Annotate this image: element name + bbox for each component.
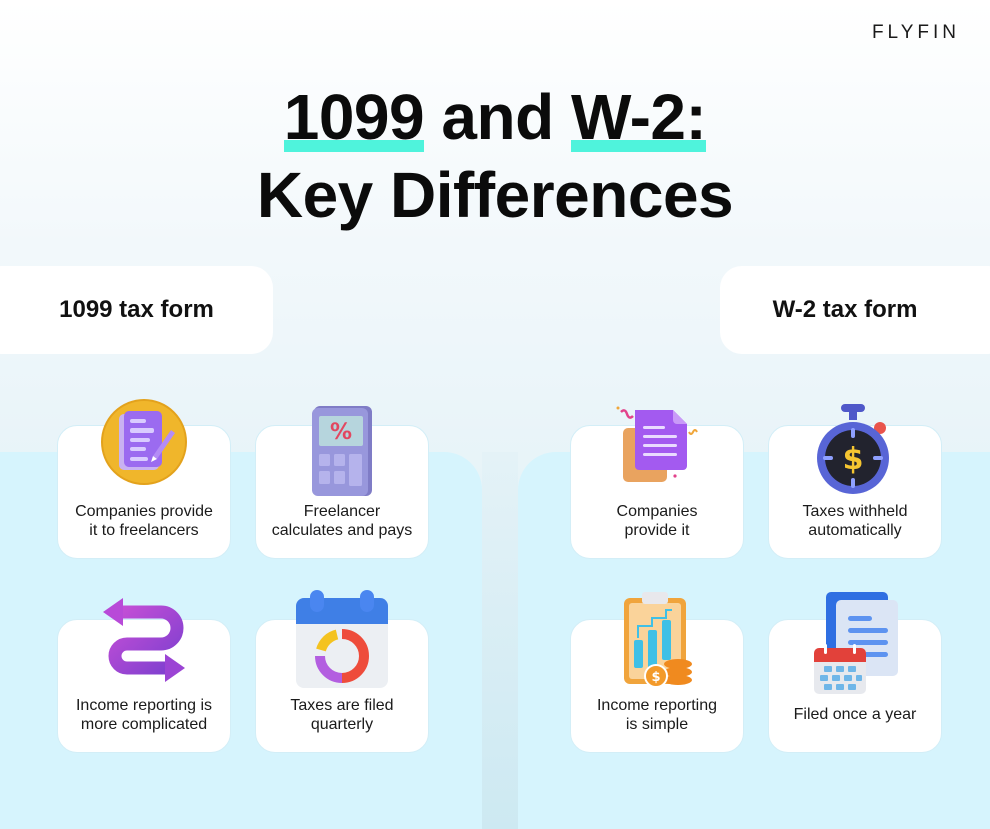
card-label: Income reporting is simple xyxy=(596,697,718,733)
document-confetti-icon xyxy=(616,406,698,482)
card-label: Companies provide it xyxy=(616,503,698,539)
card-1099-calculates: % Freelancer calculates and pays xyxy=(255,406,429,559)
card-label: Freelancer calculates and pays xyxy=(271,503,413,539)
card-w2-once-a-year: Filed once a year xyxy=(768,592,942,753)
card-label: Taxes withheld automatically xyxy=(802,503,908,539)
flyfin-logo: FLYFIN xyxy=(871,22,960,43)
card-label: Taxes are filed quarterly xyxy=(290,697,394,733)
title-and: and xyxy=(424,81,571,153)
title-key-differences: Key Differences xyxy=(256,159,734,231)
clipboard-chart-coins-icon: $ xyxy=(624,592,692,688)
svg-text:$: $ xyxy=(651,670,660,685)
stopwatch-dollar-icon: $ xyxy=(817,404,889,494)
calendar-documents-icon xyxy=(814,592,898,694)
card-label: Companies provide it to freelancers xyxy=(75,503,213,539)
card-w2-reporting: $ Income reporting is simple xyxy=(570,592,744,753)
card-w2-provide: Companies provide it xyxy=(570,406,744,559)
title-w2: W-2: xyxy=(570,78,707,156)
card-1099-quarterly: Taxes are filed quarterly xyxy=(255,590,429,753)
calculator-percent-icon: % xyxy=(312,406,372,496)
svg-text:$: $ xyxy=(843,442,864,477)
svg-text:%: % xyxy=(330,420,352,445)
heading-1099: 1099 tax form xyxy=(0,266,273,354)
card-1099-reporting: Income reporting is more complicated xyxy=(57,598,231,753)
card-1099-provide: Companies provide it to freelancers xyxy=(57,399,231,559)
panel-divider xyxy=(482,452,518,829)
heading-w2-label: W-2 tax form xyxy=(772,296,918,323)
title-1099: 1099 xyxy=(283,78,425,156)
card-w2-withheld: $ Taxes withheld automatically xyxy=(768,404,942,559)
card-label: Filed once a year xyxy=(793,706,917,723)
card-label: Income reporting is more complicated xyxy=(75,697,213,733)
winding-arrows-icon xyxy=(103,598,185,682)
page-title: 1099 and W-2: Key Differences xyxy=(0,78,990,234)
heading-w2: W-2 tax form xyxy=(720,266,990,354)
calendar-pie-icon xyxy=(296,590,388,688)
document-pen-icon xyxy=(101,399,187,485)
heading-1099-label: 1099 tax form xyxy=(59,296,214,323)
